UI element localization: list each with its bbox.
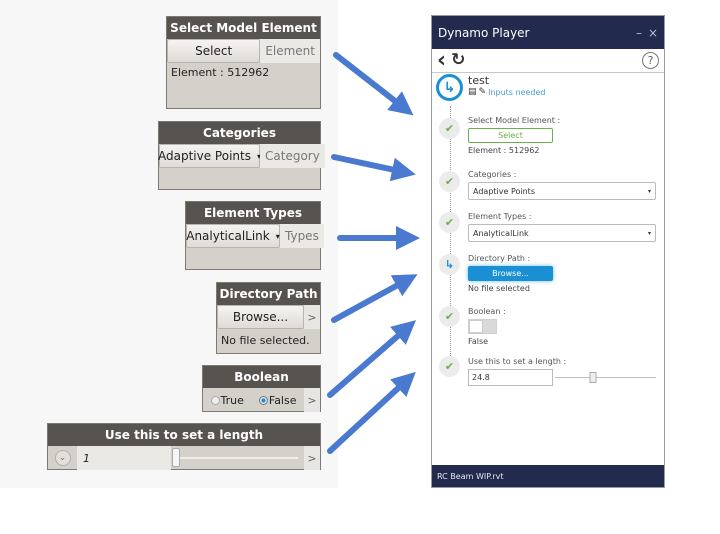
field-label: Directory Path : [468, 254, 531, 263]
script-header: ↳ test ▤ ✎ Inputs needed [436, 74, 545, 101]
window-title: Dynamo Player [438, 25, 530, 40]
refresh-icon[interactable]: ↻ [451, 52, 465, 69]
expand-button[interactable]: ⌄ [48, 446, 77, 470]
slider-track [555, 377, 656, 378]
browse-button[interactable]: Browse... [217, 305, 304, 329]
slider-track [177, 457, 298, 459]
element-types-dropdown[interactable]: AnalyticalLink ▾ [468, 224, 656, 242]
node-title: Directory Path [217, 283, 320, 305]
browse-button[interactable]: Browse... [468, 266, 553, 281]
run-script-icon[interactable]: ↳ [436, 74, 463, 101]
close-icon[interactable]: × [648, 26, 658, 40]
check-icon: ✔ [439, 306, 460, 327]
radio-label: True [220, 393, 244, 407]
node-title: Categories [159, 122, 320, 144]
field-label: Element Types : [468, 212, 532, 221]
output-port-element[interactable]: Element [260, 39, 320, 63]
radio-checked-icon [258, 395, 268, 405]
pending-input-icon: ↳ [439, 254, 460, 275]
arrow-select-model-element [333, 52, 414, 116]
field-label: Select Model Element : [468, 116, 561, 125]
script-name: test [468, 74, 490, 87]
slider-value-input[interactable]: 1 [77, 446, 171, 470]
length-input[interactable]: 24.8 [468, 369, 553, 386]
minimize-icon[interactable]: – [636, 26, 642, 40]
output-port[interactable]: > [304, 446, 320, 470]
arrow-length-slider [327, 371, 416, 454]
arrow-directory-path [331, 274, 418, 323]
radio-label: False [268, 393, 297, 407]
slider-thumb[interactable] [172, 448, 180, 467]
field-note: Element : 512962 [468, 146, 540, 155]
script-status: ▤ ✎ Inputs needed [468, 87, 545, 97]
field-label: Categories : [468, 170, 517, 179]
edit-icon[interactable]: ✎ [479, 87, 487, 97]
dynamo-player-window: Dynamo Player – × ‹ ↻ ? ↳ test ▤ ✎ Input… [431, 15, 665, 488]
chevron-down-icon: ▾ [647, 229, 651, 237]
check-icon: ✔ [439, 171, 460, 192]
element-types-dropdown[interactable]: AnalyticalLink ▾ [186, 224, 280, 248]
player-footer: RC Beam WIP.rvt [432, 465, 664, 487]
slider-thumb[interactable] [589, 372, 597, 383]
chevron-down-icon: ⌄ [54, 450, 71, 466]
node-length-slider[interactable]: Use this to set a length ⌄ 1 > [47, 423, 321, 470]
node-title: Select Model Element [167, 17, 320, 39]
boolean-toggle[interactable] [468, 319, 497, 334]
dropdown-value: Adaptive Points [158, 149, 251, 163]
field-note: False [468, 337, 489, 346]
toggle-knob [469, 320, 483, 333]
node-title: Boolean [203, 366, 320, 388]
node-categories[interactable]: Categories Adaptive Points ▾ Category [158, 121, 325, 190]
output-port[interactable]: > [304, 388, 320, 412]
select-button[interactable]: Select [468, 128, 553, 143]
node-title: Element Types [186, 202, 320, 224]
back-icon[interactable]: ‹ [437, 49, 446, 72]
check-icon: ✔ [439, 212, 460, 233]
arrow-boolean [327, 320, 417, 398]
step-element-types: Element Types : AnalyticalLink ▾ [468, 212, 656, 242]
categories-dropdown[interactable]: Adaptive Points ▾ [468, 182, 656, 200]
arrow-categories [331, 154, 416, 182]
field-label: Use this to set a length : [468, 357, 567, 366]
node-select-model-element[interactable]: Select Model Element Select Element Elem… [166, 16, 321, 109]
step-select-model-element: Select Model Element : Select Element : … [468, 116, 656, 155]
node-title: Use this to set a length [48, 424, 320, 446]
chevron-down-icon: ▾ [647, 187, 651, 195]
output-port[interactable]: > [304, 305, 320, 329]
save-icon[interactable]: ▤ [468, 87, 477, 97]
length-slider[interactable] [555, 369, 656, 386]
help-icon[interactable]: ? [642, 52, 659, 69]
step-boolean: Boolean : False [468, 307, 656, 346]
boolean-options: True False [203, 388, 304, 412]
player-toolbar: ‹ ↻ ? [432, 49, 664, 73]
output-port-types[interactable]: Types [280, 224, 324, 248]
document-name: RC Beam WIP.rvt [437, 471, 504, 481]
dropdown-value: AnalyticalLink [186, 229, 270, 243]
check-icon: ✔ [439, 356, 460, 377]
player-titlebar: Dynamo Player – × [432, 16, 664, 49]
radio-unchecked-icon [210, 395, 220, 405]
dropdown-value: Adaptive Points [473, 186, 535, 196]
node-boolean[interactable]: Boolean True False > [202, 365, 321, 412]
node-result: Element : 512962 [171, 66, 270, 79]
radio-true[interactable]: True [210, 393, 244, 407]
output-port-category[interactable]: Category [260, 144, 325, 168]
select-button[interactable]: Select [167, 39, 261, 63]
dropdown-value: AnalyticalLink [473, 228, 529, 238]
categories-dropdown[interactable]: Adaptive Points ▾ [158, 144, 261, 168]
length-slider[interactable] [171, 446, 304, 470]
node-element-types[interactable]: Element Types AnalyticalLink ▾ Types [185, 201, 324, 270]
radio-false[interactable]: False [258, 393, 297, 407]
field-note: No file selected [468, 284, 530, 293]
step-timeline [450, 106, 451, 368]
step-categories: Categories : Adaptive Points ▾ [468, 170, 656, 200]
step-directory-path: Directory Path : Browse... No file selec… [468, 254, 656, 293]
field-label: Boolean : [468, 307, 506, 316]
node-status: No file selected. [221, 334, 310, 347]
step-length: Use this to set a length : 24.8 [468, 357, 656, 386]
status-text: Inputs needed [488, 87, 546, 97]
check-icon: ✔ [439, 118, 460, 139]
node-directory-path[interactable]: Directory Path Browse... > No file selec… [216, 282, 321, 354]
